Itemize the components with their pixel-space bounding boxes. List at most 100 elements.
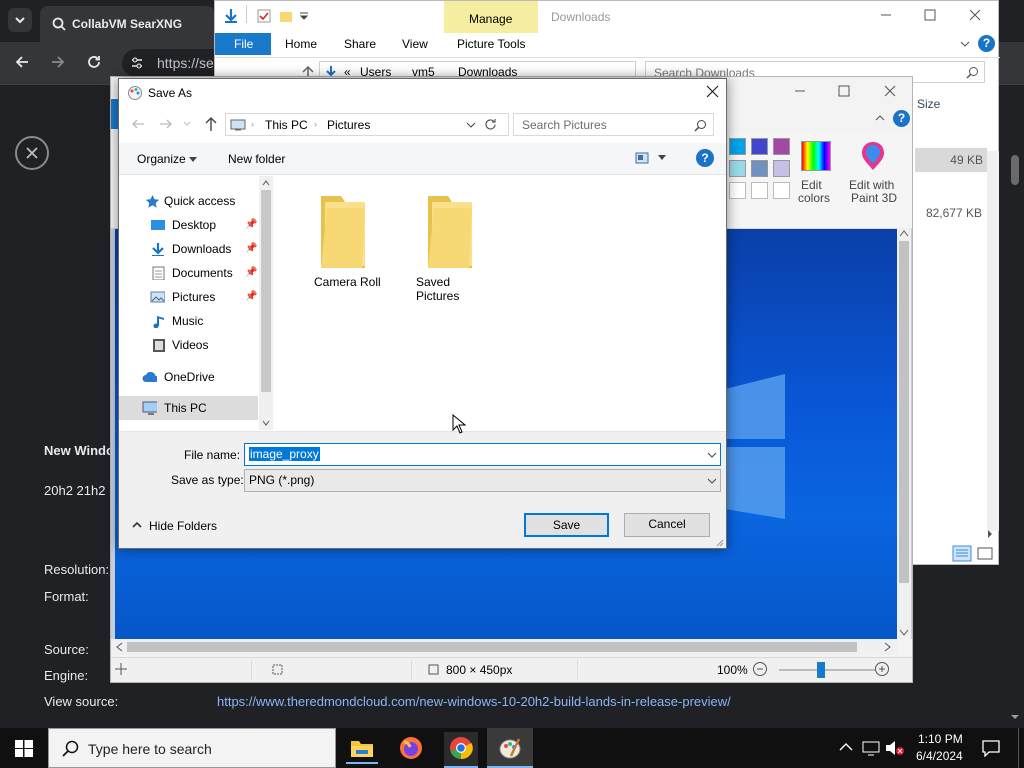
- organize-menu[interactable]: Organize: [129, 150, 199, 168]
- folder-camera-roll[interactable]: Camera Roll: [303, 184, 391, 296]
- forward-arrow-icon[interactable]: [159, 117, 173, 131]
- large-icons-view-icon[interactable]: [976, 545, 994, 562]
- scroll-down-icon[interactable]: [262, 420, 270, 426]
- taskbar-firefox[interactable]: [395, 732, 427, 764]
- ribbon-tab-picture-tools[interactable]: Picture Tools: [457, 37, 525, 51]
- save-button[interactable]: Save: [524, 513, 609, 537]
- network-icon[interactable]: [862, 740, 880, 756]
- help-icon[interactable]: ?: [893, 110, 910, 127]
- new-folder-quick-icon[interactable]: [279, 9, 293, 23]
- taskbar-search-box[interactable]: Type here to search: [48, 728, 336, 768]
- close-icon[interactable]: [884, 85, 896, 97]
- clock-date[interactable]: 6/4/2024: [916, 749, 963, 763]
- color-swatch[interactable]: [773, 182, 790, 199]
- clock-time[interactable]: 1:10 PM: [918, 732, 963, 746]
- nav-scrollbar[interactable]: [259, 176, 273, 430]
- browser-scrollbar[interactable]: [1008, 150, 1022, 720]
- maximize-icon[interactable]: [924, 9, 936, 21]
- paint-vscroll-thumb[interactable]: [899, 241, 909, 583]
- close-detail-button[interactable]: [15, 136, 49, 170]
- paint-hscroll-thumb[interactable]: [127, 642, 857, 652]
- color-swatch[interactable]: [751, 138, 768, 155]
- close-icon[interactable]: [706, 85, 719, 98]
- scroll-left-icon[interactable]: [115, 642, 123, 652]
- minimize-icon[interactable]: [880, 9, 892, 21]
- nav-quick-access[interactable]: Quick access: [119, 189, 259, 213]
- new-folder-button[interactable]: New folder: [228, 152, 285, 166]
- scroll-down-icon[interactable]: [1010, 712, 1020, 722]
- tab-search-button[interactable]: [8, 8, 32, 32]
- chevron-up-icon[interactable]: [839, 742, 853, 752]
- file-row-selected[interactable]: 49 KB: [915, 148, 987, 172]
- ribbon-tab-share[interactable]: Share: [344, 37, 376, 51]
- color-swatch[interactable]: [773, 160, 790, 177]
- color-swatch[interactable]: [729, 138, 746, 155]
- color-palette[interactable]: [729, 138, 797, 202]
- customize-toolbar-icon[interactable]: [299, 9, 309, 23]
- show-desktop-button[interactable]: [1018, 728, 1024, 768]
- taskbar-paint[interactable]: [487, 728, 533, 768]
- view-options-icon[interactable]: [658, 155, 666, 160]
- nav-downloads[interactable]: Downloads 📌: [119, 237, 259, 261]
- scroll-up-icon[interactable]: [899, 229, 909, 237]
- zoom-slider[interactable]: [779, 669, 875, 671]
- color-swatch[interactable]: [729, 182, 746, 199]
- nav-scroll-thumb[interactable]: [261, 190, 271, 392]
- breadcrumb-pictures[interactable]: Pictures: [327, 118, 370, 132]
- browser-scroll-thumb[interactable]: [1011, 155, 1019, 185]
- chevron-down-icon[interactable]: [707, 452, 717, 459]
- collapse-ribbon-icon[interactable]: [875, 113, 885, 123]
- chevron-down-icon[interactable]: [466, 122, 476, 129]
- nav-videos[interactable]: Videos: [119, 333, 259, 357]
- ribbon-tab-file[interactable]: File: [215, 33, 271, 55]
- color-swatch[interactable]: [729, 160, 746, 177]
- nav-pictures[interactable]: Pictures 📌: [119, 285, 259, 309]
- expand-ribbon-icon[interactable]: [960, 39, 970, 49]
- volume-muted-icon[interactable]: [885, 740, 905, 756]
- edit-with-paint3d-button[interactable]: Edit with Paint 3D: [847, 138, 899, 205]
- refresh-icon[interactable]: [484, 118, 497, 131]
- save-as-type-select[interactable]: PNG (*.png): [244, 469, 721, 492]
- zoom-out-icon[interactable]: [752, 661, 768, 677]
- site-settings-icon[interactable]: [130, 56, 144, 70]
- explorer-scrollbar[interactable]: [987, 151, 999, 531]
- quick-access-save-icon[interactable]: [223, 8, 239, 24]
- nav-documents[interactable]: Documents 📌: [119, 261, 259, 285]
- cancel-button[interactable]: Cancel: [624, 513, 710, 537]
- view-source-link[interactable]: https://www.theredmondcloud.com/new-wind…: [217, 694, 731, 709]
- properties-icon[interactable]: [257, 9, 271, 23]
- zoom-in-icon[interactable]: [874, 661, 890, 677]
- minimize-icon[interactable]: [794, 85, 806, 97]
- notifications-icon[interactable]: [982, 739, 1000, 757]
- details-view-icon[interactable]: [952, 545, 972, 562]
- taskbar-file-explorer[interactable]: [346, 732, 378, 764]
- resize-grip-icon[interactable]: [715, 538, 724, 547]
- scroll-up-icon[interactable]: [262, 180, 270, 186]
- color-swatch[interactable]: [751, 182, 768, 199]
- manage-context-tab[interactable]: Manage: [444, 1, 538, 33]
- size-column-header[interactable]: Size: [917, 97, 940, 111]
- color-swatch[interactable]: [751, 160, 768, 177]
- reload-icon[interactable]: [86, 54, 102, 70]
- help-icon[interactable]: ?: [978, 35, 995, 52]
- taskbar-chrome[interactable]: [444, 732, 478, 768]
- paint-vscrollbar[interactable]: [897, 227, 911, 639]
- change-view-icon[interactable]: [635, 152, 649, 164]
- ribbon-tab-home[interactable]: Home: [285, 37, 317, 51]
- nav-onedrive[interactable]: OneDrive: [119, 365, 259, 389]
- windows-start-icon[interactable]: [15, 740, 33, 757]
- close-icon[interactable]: [969, 9, 981, 21]
- hide-folders-toggle[interactable]: Hide Folders: [129, 516, 219, 536]
- nav-desktop[interactable]: Desktop 📌: [119, 213, 259, 237]
- help-icon[interactable]: ?: [696, 149, 714, 167]
- recent-locations-icon[interactable]: [183, 121, 191, 127]
- dialog-address-bar[interactable]: › This PC › Pictures: [225, 113, 509, 136]
- browser-tab[interactable]: CollabVM SearXNG: [40, 6, 215, 42]
- folder-saved-pictures[interactable]: Saved Pictures: [404, 184, 492, 303]
- scroll-right-icon[interactable]: [884, 642, 892, 652]
- back-arrow-icon[interactable]: [14, 54, 30, 70]
- scroll-right-icon[interactable]: [985, 529, 995, 539]
- back-arrow-icon[interactable]: [131, 117, 145, 131]
- color-swatch[interactable]: [773, 138, 790, 155]
- breadcrumb-this-pc[interactable]: This PC: [265, 118, 308, 132]
